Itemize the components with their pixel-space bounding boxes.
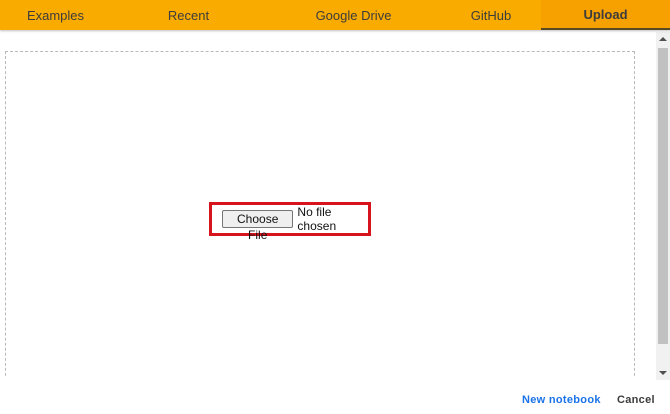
tab-examples[interactable]: Examples — [0, 0, 111, 30]
dialog-footer: New notebook Cancel — [0, 380, 670, 414]
scroll-down-arrow-icon[interactable] — [656, 366, 670, 380]
tab-upload[interactable]: Upload — [541, 0, 670, 30]
tab-recent[interactable]: Recent — [111, 0, 266, 30]
tab-bar: Examples Recent Google Drive GitHub Uplo… — [0, 0, 670, 30]
upload-dialog: Examples Recent Google Drive GitHub Uplo… — [0, 0, 670, 414]
scrollbar-thumb[interactable] — [658, 48, 668, 344]
choose-file-button[interactable]: Choose File — [222, 210, 294, 242]
new-notebook-button[interactable]: New notebook — [522, 394, 601, 406]
scroll-up-arrow-icon[interactable] — [656, 32, 670, 46]
cancel-button[interactable]: Cancel — [617, 394, 655, 406]
vertical-scrollbar[interactable] — [656, 32, 670, 380]
tab-github[interactable]: GitHub — [441, 0, 541, 30]
file-picker-highlight: Choose File No file chosen — [209, 202, 371, 242]
tab-google-drive[interactable]: Google Drive — [266, 0, 441, 30]
file-status-text: No file chosen — [297, 205, 337, 233]
